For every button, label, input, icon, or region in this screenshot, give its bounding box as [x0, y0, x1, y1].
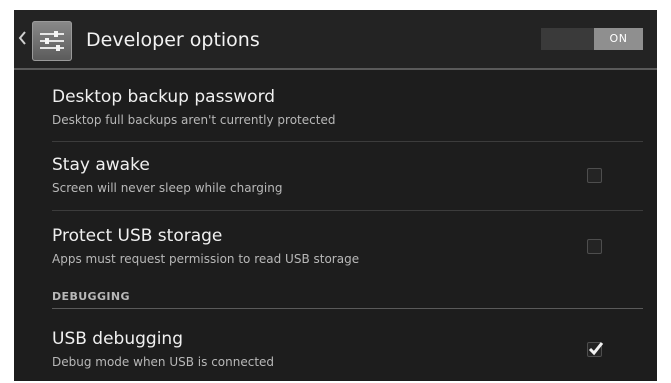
- section-divider: [52, 308, 643, 309]
- section-header-debugging: DEBUGGING: [52, 290, 130, 303]
- pref-stay-awake[interactable]: Stay awake Screen will never sleep while…: [14, 142, 657, 210]
- pref-usb-debugging[interactable]: USB debugging Debug mode when USB is con…: [14, 310, 657, 381]
- action-bar: Developer options ON: [14, 10, 657, 70]
- stay-awake-checkbox[interactable]: [587, 168, 602, 183]
- pref-title: Desktop backup password: [52, 87, 276, 107]
- pref-summary: Debug mode when USB is connected: [52, 355, 275, 369]
- pref-summary: Screen will never sleep while charging: [52, 181, 283, 195]
- pref-title: Stay awake: [52, 155, 150, 175]
- pref-title: USB debugging: [52, 329, 183, 349]
- protect-usb-storage-checkbox[interactable]: [587, 239, 602, 254]
- pref-title: Protect USB storage: [52, 226, 223, 246]
- developer-options-toggle[interactable]: ON: [541, 28, 643, 50]
- developer-options-screen: Developer options ON Desktop backup pass…: [14, 10, 657, 381]
- usb-debugging-checkbox[interactable]: [587, 342, 604, 357]
- developer-settings-icon[interactable]: [32, 21, 72, 61]
- pref-summary: Apps must request permission to read USB…: [52, 252, 360, 266]
- pref-desktop-backup-password[interactable]: Desktop backup password Desktop full bac…: [14, 70, 657, 142]
- checkmark-icon: [588, 342, 604, 356]
- pref-summary: Desktop full backups aren't currently pr…: [52, 113, 336, 127]
- toggle-on-label: ON: [594, 28, 643, 50]
- pref-protect-usb-storage[interactable]: Protect USB storage Apps must request pe…: [14, 211, 657, 283]
- chevron-left-icon[interactable]: [18, 30, 28, 46]
- page-title: Developer options: [86, 29, 260, 51]
